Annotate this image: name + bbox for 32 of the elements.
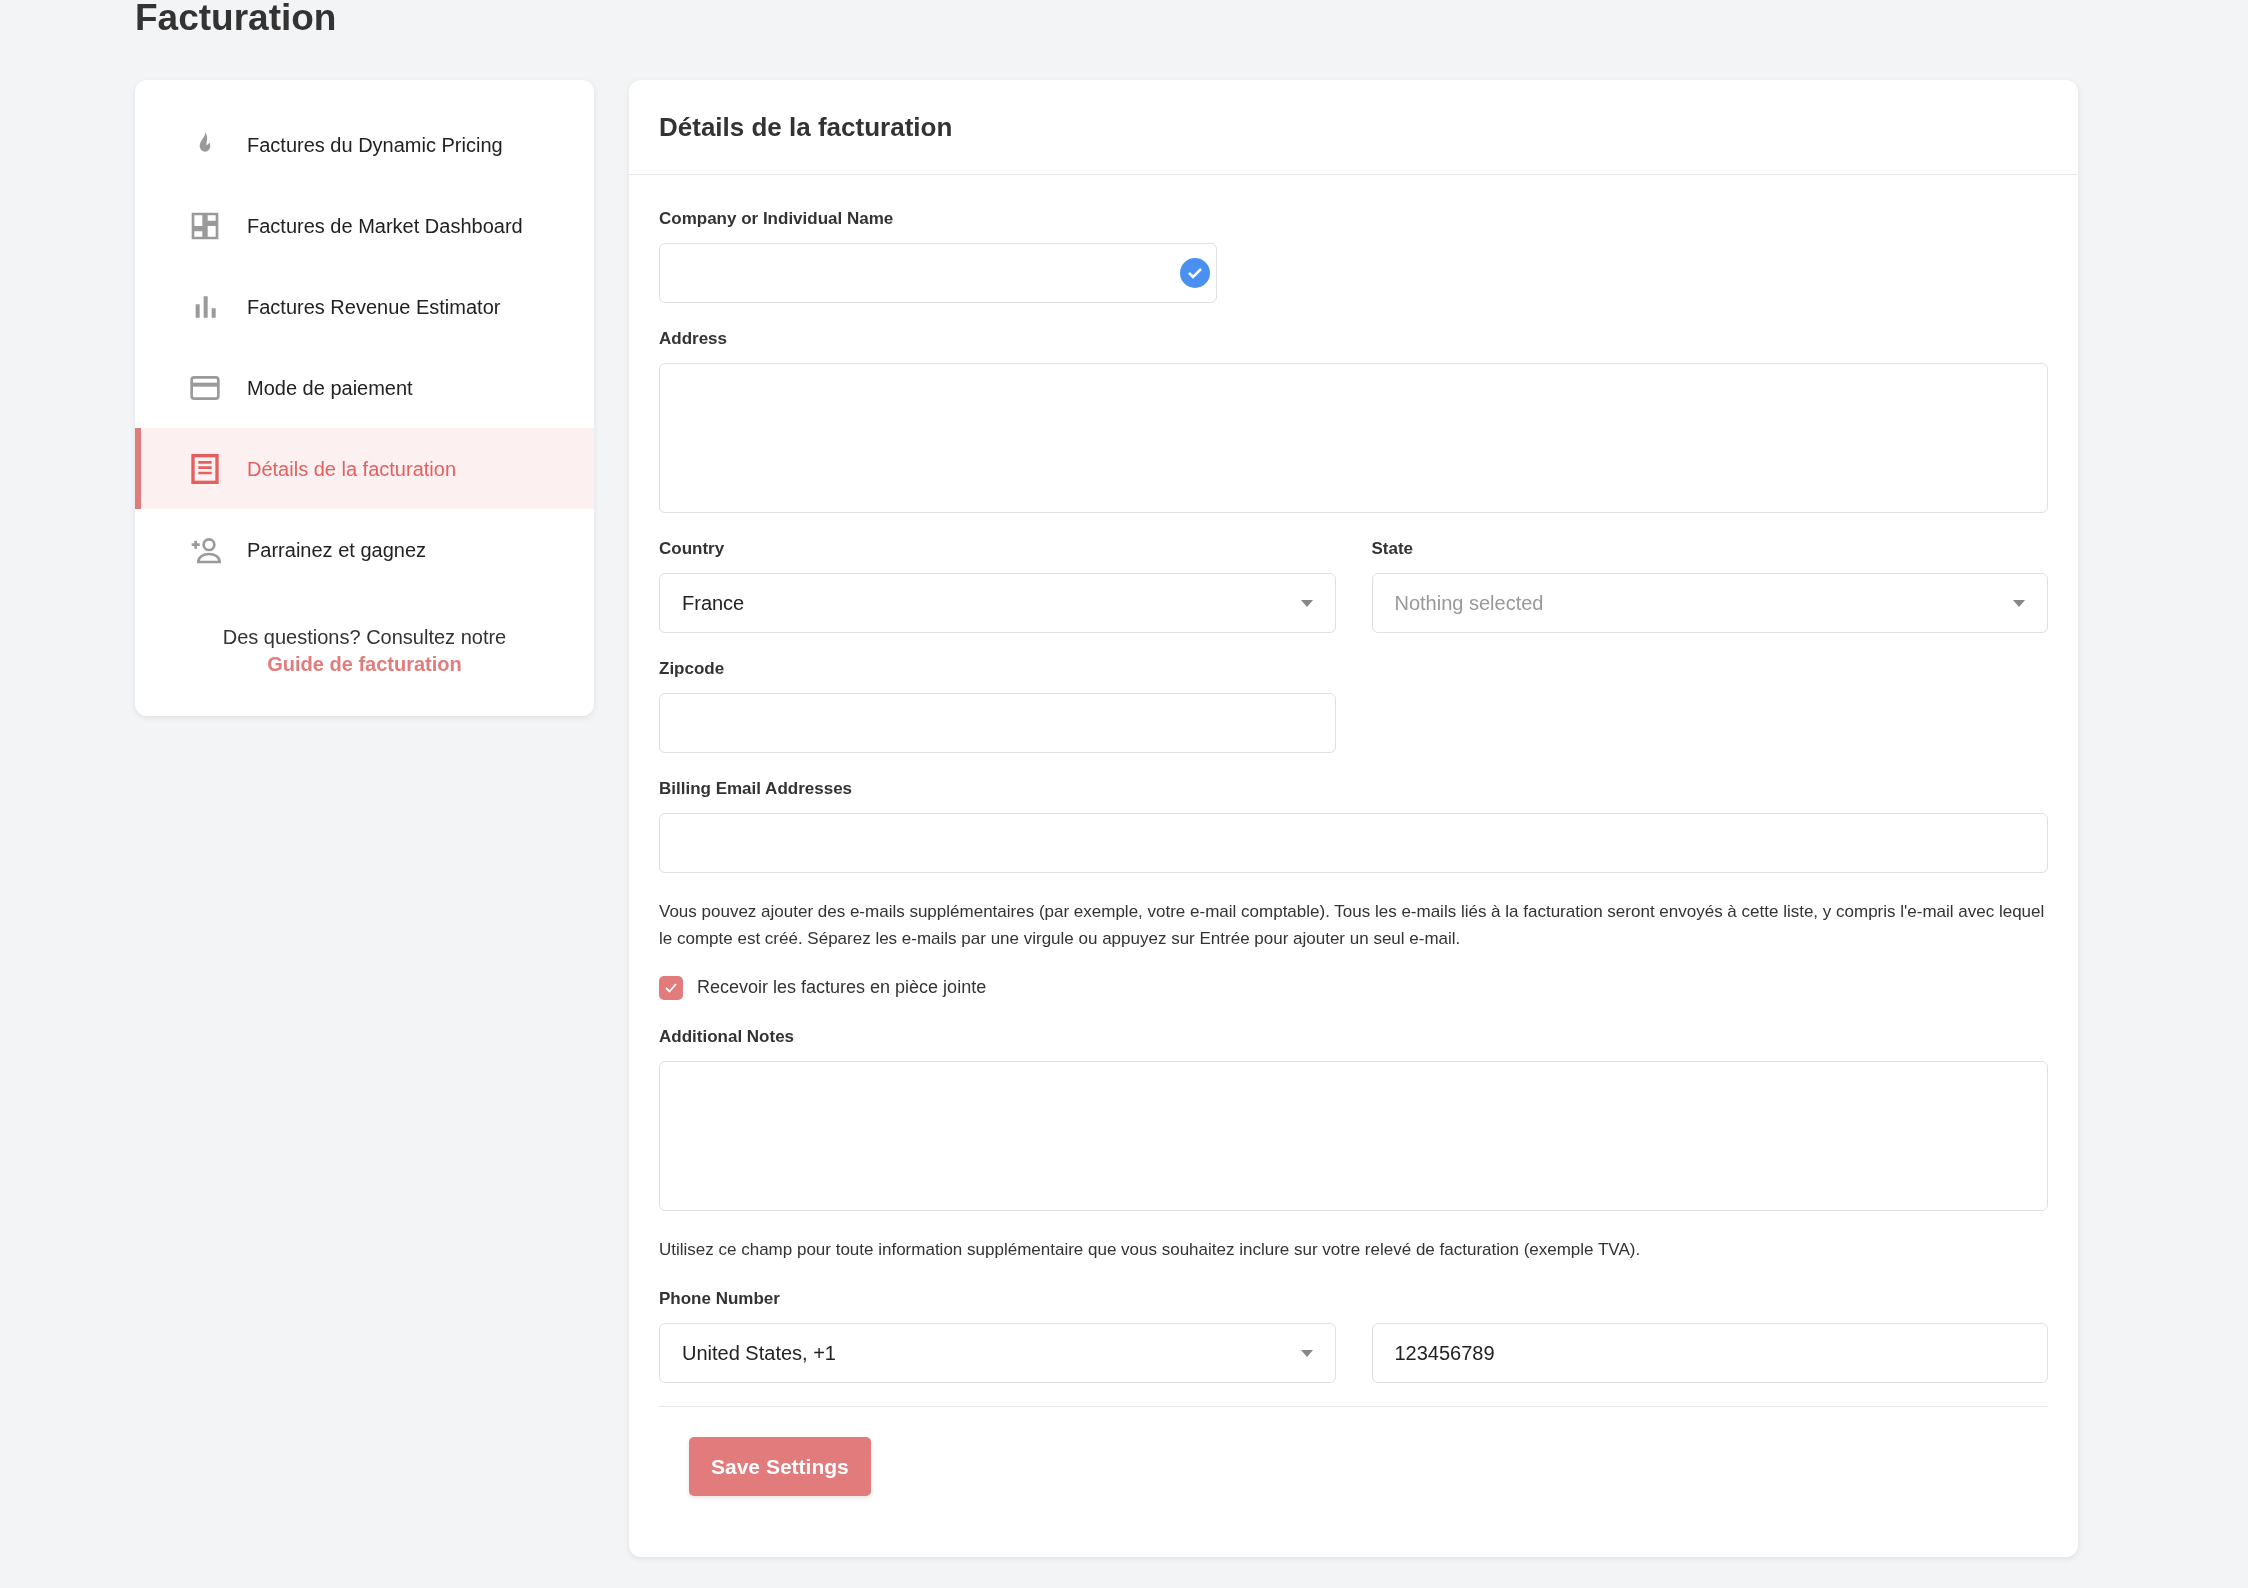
field-label: Zipcode: [659, 658, 726, 680]
dropdown[interactable]: France: [659, 573, 1336, 633]
sidebar-item[interactable]: Parrainez et gagnez: [135, 509, 594, 590]
sidebar-item[interactable]: Factures du Dynamic Pricing: [135, 104, 594, 185]
caret-icon: [1300, 599, 1313, 607]
help-text: Des questions? Consultez notre Guide de facturation: [221, 625, 508, 677]
panel-title: Détails de la facturation: [659, 110, 953, 144]
field-label: Address: [659, 328, 729, 350]
text-area-field[interactable]: [659, 1061, 2048, 1211]
checkbox[interactable]: [659, 975, 683, 1000]
caret-icon: [1300, 1349, 1313, 1357]
sidebar-item[interactable]: Mode de paiement: [135, 347, 594, 428]
field-label: State: [1371, 538, 1415, 560]
phone-input-field[interactable]: 123456789: [1371, 1323, 2048, 1383]
text-area-field[interactable]: [659, 363, 2048, 513]
receipt-icon: [189, 452, 221, 485]
field-label: Additional Notes: [659, 1026, 796, 1048]
country-code-dropdown[interactable]: United States, +1: [659, 1323, 1336, 1383]
checkbox-label: Recevoir les factures en pièce jointe: [697, 976, 987, 999]
name-input-field[interactable]: [659, 243, 1217, 303]
sidebar-item[interactable]: Factures Revenue Estimator: [135, 266, 594, 347]
help-text: Utilisez ce champ pour toute information supplémentaire que vous souhaitez inclure sur votre relevé de facturation (exemple TVA).: [659, 1239, 1642, 1261]
field-label: Country: [659, 538, 726, 560]
caret-icon: [2013, 599, 2025, 607]
input-field[interactable]: [659, 813, 2048, 873]
input-field[interactable]: [659, 693, 1336, 753]
help-text: Vous pouvez ajouter des e-mails supplémentaires (par exemple, votre e-mail comptable). Tous les e-mails liés à la facturation seront envoyés à cette liste, y compris l'e-mail avec lequel le compte est créé. Séparez les e-mails par une virgule ou appuyez sur Entrée pour ajouter un seul e-mail.: [659, 901, 2046, 950]
sidebar-item[interactable]: Factures de Market Dashboard: [135, 185, 594, 266]
field-label: Billing Email Addresses: [659, 778, 854, 800]
page-title: Facturation: [135, 0, 337, 40]
field-label: Phone Number: [659, 1288, 781, 1310]
field-label: Company or Individual Name: [659, 208, 895, 230]
